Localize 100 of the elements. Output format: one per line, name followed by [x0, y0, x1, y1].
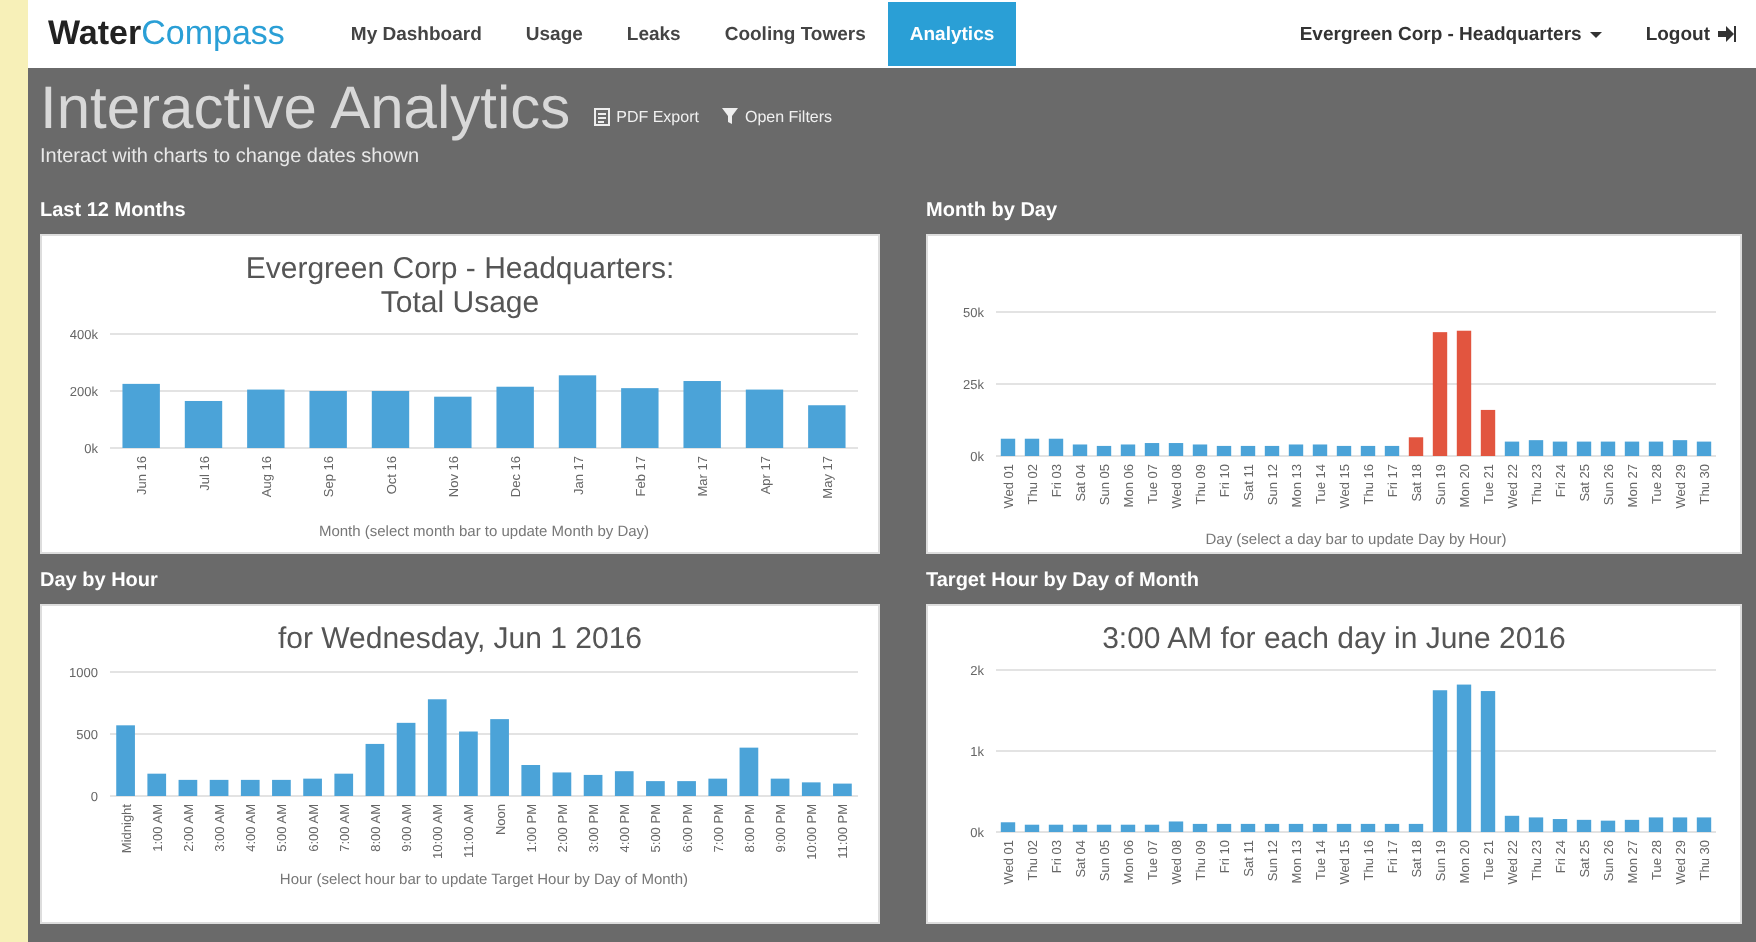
bar[interactable] [1408, 437, 1424, 456]
bar[interactable] [1168, 821, 1184, 832]
bar[interactable] [1360, 823, 1376, 832]
bar[interactable] [1096, 824, 1112, 832]
bar[interactable] [1528, 817, 1544, 832]
bar[interactable] [1048, 824, 1064, 832]
bar[interactable] [1552, 819, 1568, 832]
bar[interactable] [209, 779, 229, 796]
bar[interactable] [1240, 445, 1256, 456]
bar[interactable] [521, 765, 541, 796]
nav-tab[interactable]: Usage [503, 2, 605, 66]
bar[interactable] [427, 699, 447, 796]
bar[interactable] [1120, 824, 1136, 832]
bar[interactable] [1480, 691, 1496, 832]
bar[interactable] [833, 783, 852, 796]
bar[interactable] [240, 779, 260, 796]
bar[interactable] [1048, 438, 1064, 456]
bar[interactable] [1528, 440, 1544, 456]
bar[interactable] [558, 375, 597, 448]
bar[interactable] [1192, 823, 1208, 832]
bar[interactable] [1312, 444, 1328, 456]
bar[interactable] [1144, 824, 1160, 832]
bar[interactable] [1288, 444, 1304, 456]
bar[interactable] [365, 743, 385, 796]
pdf-export-link[interactable]: PDF Export [594, 107, 699, 125]
bar[interactable] [1504, 815, 1520, 832]
bar[interactable] [614, 771, 634, 796]
bar[interactable] [770, 778, 790, 796]
bar[interactable] [1000, 438, 1016, 456]
bar[interactable] [247, 389, 285, 448]
bar[interactable] [1120, 444, 1136, 456]
bar[interactable] [1144, 443, 1160, 456]
bar[interactable] [1024, 438, 1040, 456]
bar[interactable] [1576, 441, 1592, 456]
bar[interactable] [739, 747, 759, 796]
bar[interactable] [1384, 445, 1400, 456]
bar[interactable] [1456, 330, 1472, 456]
logout-link[interactable]: Logout [1645, 23, 1710, 45]
bar[interactable] [1648, 441, 1664, 456]
bar[interactable] [1504, 441, 1520, 456]
bar[interactable] [1336, 823, 1352, 832]
bar[interactable] [309, 391, 347, 448]
bar[interactable] [122, 383, 160, 448]
bar[interactable] [1432, 332, 1448, 456]
bar[interactable] [1360, 445, 1376, 456]
bar[interactable] [1264, 445, 1280, 456]
bar[interactable] [1168, 443, 1184, 456]
bar[interactable] [1552, 441, 1568, 456]
bar[interactable] [1096, 445, 1112, 456]
bar[interactable] [1432, 690, 1448, 832]
bar[interactable] [1600, 441, 1616, 456]
bar[interactable] [396, 722, 416, 796]
bar[interactable] [552, 772, 572, 796]
bar[interactable] [1624, 819, 1640, 832]
bar[interactable] [434, 396, 472, 448]
bar[interactable] [583, 774, 603, 796]
bar[interactable] [708, 778, 728, 796]
bar[interactable] [1456, 684, 1472, 832]
bar[interactable] [303, 778, 322, 796]
account-menu[interactable]: Evergreen Corp - Headquarters [1299, 23, 1582, 45]
bar[interactable] [1384, 823, 1400, 832]
bar[interactable] [1264, 823, 1280, 832]
bar[interactable] [1696, 817, 1712, 832]
bar[interactable] [1312, 823, 1328, 832]
bar[interactable] [1672, 440, 1688, 456]
bar[interactable] [147, 773, 167, 796]
nav-tab[interactable]: My Dashboard [328, 2, 504, 66]
nav-tab[interactable]: Leaks [604, 2, 703, 66]
bar[interactable] [1072, 824, 1088, 832]
bar[interactable] [1216, 823, 1232, 832]
bar[interactable] [1672, 817, 1688, 832]
bar[interactable] [1072, 444, 1088, 456]
bar[interactable] [1600, 820, 1616, 832]
bar[interactable] [1288, 823, 1304, 832]
bar[interactable] [1216, 445, 1232, 456]
bar[interactable] [496, 386, 534, 448]
bar[interactable] [1624, 441, 1640, 456]
bar[interactable] [1192, 444, 1208, 456]
bar[interactable] [1024, 824, 1040, 832]
bar[interactable] [1576, 819, 1592, 832]
bar[interactable] [1000, 822, 1016, 832]
bar[interactable] [334, 773, 354, 796]
bar[interactable] [801, 782, 821, 796]
bar[interactable] [621, 388, 659, 448]
bar[interactable] [1336, 445, 1352, 456]
bar[interactable] [1696, 441, 1712, 456]
bar[interactable] [1648, 817, 1664, 832]
bar[interactable] [1408, 823, 1424, 832]
bar[interactable] [184, 401, 223, 448]
bar[interactable] [683, 381, 721, 448]
bar[interactable] [1240, 823, 1256, 832]
bar[interactable] [371, 391, 410, 448]
open-filters-link[interactable]: Open Filters [722, 107, 833, 125]
bar[interactable] [745, 389, 784, 448]
bar[interactable] [178, 779, 198, 796]
logo[interactable]: WaterCompass [48, 14, 285, 54]
nav-tab[interactable]: Cooling Towers [702, 2, 888, 66]
bar[interactable] [808, 405, 846, 448]
bar[interactable] [1480, 409, 1496, 456]
bar[interactable] [272, 779, 291, 796]
